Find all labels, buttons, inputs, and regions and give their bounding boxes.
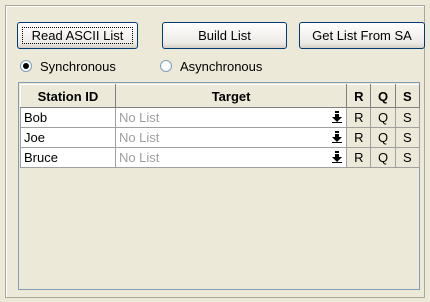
radio-asynchronous[interactable]: Asynchronous bbox=[160, 57, 262, 75]
build-list-button[interactable]: Build List bbox=[162, 22, 287, 49]
table-row[interactable]: Bob No List R Q S bbox=[20, 107, 421, 128]
target-cell[interactable]: No List bbox=[114, 127, 348, 148]
radio-synchronous-label: Synchronous bbox=[40, 58, 116, 74]
table-row[interactable]: Joe No List R Q S bbox=[20, 127, 421, 148]
target-value: No List bbox=[118, 150, 160, 165]
radio-synchronous[interactable]: Synchronous bbox=[20, 57, 116, 75]
s-button[interactable]: S bbox=[394, 107, 421, 128]
down-arrow-icon[interactable] bbox=[331, 151, 343, 163]
target-value: No List bbox=[118, 110, 160, 125]
build-list-label: Build List bbox=[198, 28, 251, 43]
radio-asynchronous-label: Asynchronous bbox=[180, 58, 263, 74]
radio-selected-icon[interactable] bbox=[20, 60, 32, 72]
target-value: No List bbox=[118, 130, 160, 145]
header-s[interactable]: S bbox=[394, 84, 421, 108]
read-ascii-list-button[interactable]: Read ASCII List bbox=[17, 22, 138, 49]
get-list-from-sa-button[interactable]: Get List From SA bbox=[299, 22, 425, 49]
get-list-from-sa-label: Get List From SA bbox=[312, 28, 412, 43]
header-station-id[interactable]: Station ID bbox=[20, 84, 116, 108]
target-cell[interactable]: No List bbox=[114, 107, 348, 128]
station-id-cell[interactable]: Bruce bbox=[20, 147, 116, 168]
s-button[interactable]: S bbox=[394, 127, 421, 148]
header-r[interactable]: R bbox=[346, 84, 372, 108]
r-button[interactable]: R bbox=[346, 147, 372, 168]
down-arrow-icon[interactable] bbox=[331, 111, 343, 123]
r-button[interactable]: R bbox=[346, 107, 372, 128]
target-cell[interactable]: No List bbox=[114, 147, 348, 168]
station-grid: Station ID Target R Q S Bob No List R Q … bbox=[20, 84, 421, 168]
q-button[interactable]: Q bbox=[370, 107, 396, 128]
focus-ring bbox=[22, 27, 133, 44]
q-button[interactable]: Q bbox=[370, 127, 396, 148]
q-button[interactable]: Q bbox=[370, 147, 396, 168]
s-button[interactable]: S bbox=[394, 147, 421, 168]
down-arrow-icon[interactable] bbox=[331, 131, 343, 143]
grid-header-row: Station ID Target R Q S bbox=[20, 84, 421, 108]
station-id-cell[interactable]: Bob bbox=[20, 107, 116, 128]
header-target[interactable]: Target bbox=[114, 84, 348, 108]
station-id-cell[interactable]: Joe bbox=[20, 127, 116, 148]
radio-unselected-icon[interactable] bbox=[160, 60, 172, 72]
header-q[interactable]: Q bbox=[370, 84, 396, 108]
r-button[interactable]: R bbox=[346, 127, 372, 148]
table-row[interactable]: Bruce No List R Q S bbox=[20, 147, 421, 168]
